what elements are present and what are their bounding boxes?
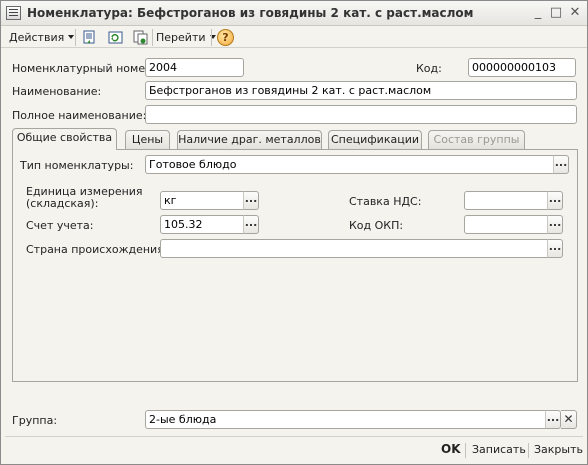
unit-choose-button[interactable]: ... — [243, 191, 259, 210]
full-name-label: Полное наименование: — [12, 109, 147, 122]
full-name-field[interactable] — [145, 105, 577, 124]
vat-label: Ставка НДС: — [349, 195, 422, 208]
unit-label: Единица измерения (складская): — [26, 186, 143, 210]
footer-separator — [465, 443, 466, 458]
tab-specifications[interactable]: Спецификации — [328, 130, 422, 149]
window-title: Номенклатура: Бефстроганов из говядины 2… — [27, 6, 474, 20]
country-choose-button[interactable]: ... — [547, 239, 563, 258]
name-label: Наименование: — [12, 85, 102, 98]
account-field[interactable]: 105.32 — [160, 215, 244, 234]
post-document-icon[interactable] — [81, 29, 98, 46]
nomenclature-window: Номенклатура: Бефстроганов из говядины 2… — [0, 0, 588, 465]
toolbar-separator — [152, 29, 153, 46]
tab-prices[interactable]: Цены — [125, 130, 170, 149]
group-clear-button[interactable]: ✕ — [561, 410, 577, 429]
account-label: Счет учета: — [26, 219, 94, 232]
refresh-icon[interactable] — [107, 29, 124, 46]
code-field[interactable]: 000000000103 — [468, 58, 576, 77]
nom-number-label: Номенклатурный номер: — [12, 62, 156, 75]
help-icon[interactable]: ? — [217, 29, 234, 46]
vat-choose-button[interactable]: ... — [547, 191, 563, 210]
ok-button[interactable]: OK — [441, 442, 461, 456]
code-label: Код: — [416, 62, 442, 75]
title-bar[interactable]: Номенклатура: Бефстроганов из говядины 2… — [1, 1, 587, 26]
name-field[interactable]: Бефстроганов из говядины 2 кат. с раст.м… — [145, 81, 577, 100]
type-label: Тип номенклатуры: — [20, 159, 134, 172]
actions-menu[interactable]: Действия — [9, 29, 75, 46]
group-field[interactable]: 2-ые блюда — [145, 410, 546, 429]
tab-panel-general — [12, 149, 578, 382]
account-choose-button[interactable]: ... — [243, 215, 259, 234]
chevron-down-icon — [68, 35, 75, 39]
form-icon — [6, 6, 21, 20]
write-button[interactable]: Записать — [472, 443, 526, 456]
goto-menu-label: Перейти — [156, 31, 206, 44]
country-label: Страна происхождения: — [26, 243, 168, 256]
goto-menu[interactable]: Перейти — [156, 29, 216, 46]
unit-label-line2: (складская): — [26, 197, 99, 210]
toolbar: Действия Перейти ? — [1, 26, 587, 48]
type-choose-button[interactable]: ... — [553, 155, 569, 174]
toolbar-separator — [211, 29, 212, 46]
group-label: Группа: — [12, 414, 58, 427]
nom-number-field[interactable]: 2004 — [145, 58, 244, 77]
country-field[interactable] — [160, 239, 548, 258]
unit-field[interactable]: кг — [160, 191, 244, 210]
tab-general[interactable]: Общие свойства — [12, 128, 117, 150]
minimize-button[interactable]: _ — [530, 5, 546, 21]
tab-precious-metals[interactable]: Наличие драг. металлов — [177, 130, 322, 149]
toolbar-separator — [75, 29, 76, 46]
close-form-button[interactable]: Закрыть — [534, 443, 583, 456]
okp-label: Код ОКП: — [349, 219, 404, 232]
tab-group-composition: Состав группы — [428, 130, 525, 149]
vat-field[interactable] — [464, 191, 548, 210]
okp-field[interactable] — [464, 215, 548, 234]
footer-divider — [5, 436, 583, 437]
type-field[interactable]: Готовое блюдо — [145, 155, 554, 174]
footer-separator — [528, 443, 529, 458]
close-button[interactable]: ✕ — [567, 5, 583, 21]
group-choose-button[interactable]: ... — [545, 410, 561, 429]
okp-choose-button[interactable]: ... — [547, 215, 563, 234]
copy-document-icon[interactable] — [132, 29, 149, 46]
actions-menu-label: Действия — [9, 31, 65, 44]
maximize-button[interactable]: □ — [548, 5, 564, 21]
